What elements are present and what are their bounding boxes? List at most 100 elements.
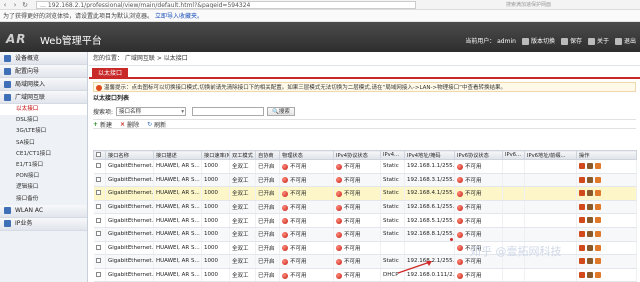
reload-icon[interactable]: ↻ <box>20 0 30 10</box>
table-row[interactable]: GigabitEthernet... HUAWEI, AR S... 1000 全双工… <box>93 268 637 282</box>
row-checkbox[interactable] <box>95 176 101 182</box>
table-row[interactable]: GigabitEthernet... HUAWEI, AR S... 1000 全双工… <box>93 227 637 242</box>
config-icon[interactable] <box>587 258 593 265</box>
mode-switch-icon[interactable] <box>595 231 601 238</box>
config-icon[interactable] <box>587 203 593 210</box>
edit-icon[interactable] <box>579 163 585 170</box>
edit-icon[interactable] <box>579 176 585 183</box>
sidebar-subitem-3g-lte[interactable]: 3G/LTE接口 <box>0 126 87 137</box>
address-bar[interactable]: … 192.168.2.1/professional/view/main/def… <box>36 0 416 9</box>
sidebar-subitem-logical[interactable]: 逻辑接口 <box>0 182 87 193</box>
mode-switch-icon[interactable] <box>595 176 601 183</box>
select-all-checkbox[interactable] <box>96 152 101 157</box>
config-icon[interactable] <box>587 231 593 238</box>
forward-icon[interactable]: › <box>10 0 20 10</box>
sidebar-subitem-sa[interactable]: SA接口 <box>0 138 87 149</box>
edit-icon[interactable] <box>579 244 585 251</box>
row-checkbox[interactable] <box>95 231 101 237</box>
sidebar-subitem-dsl[interactable]: DSL接口 <box>0 115 87 126</box>
row-checkbox[interactable] <box>95 190 101 196</box>
mode-switch-icon[interactable] <box>595 190 601 197</box>
about-button[interactable]: 关于 <box>587 36 609 45</box>
sidebar-subitem-e1t1[interactable]: E1/T1接口 <box>0 160 87 171</box>
row-checkbox[interactable] <box>95 163 101 169</box>
row-checkbox-cell <box>93 186 106 201</box>
cell-text: HUAWEI, AR S... <box>156 163 200 170</box>
column-header[interactable]: IPv4协议状态 <box>333 150 381 160</box>
mode-switch-icon[interactable] <box>595 217 601 224</box>
edit-icon[interactable] <box>579 258 585 265</box>
column-header[interactable]: IPv6地址/前缀... <box>524 150 577 160</box>
edit-icon[interactable] <box>579 217 585 224</box>
column-header[interactable]: IPv6协议状态 <box>454 150 503 160</box>
column-header[interactable] <box>93 150 106 160</box>
column-header[interactable]: 操作 <box>576 150 637 160</box>
column-header[interactable]: IPv4... <box>380 150 405 160</box>
sidebar-subitem-backup[interactable]: 接口备份 <box>0 194 87 205</box>
refresh-button[interactable]: ↻ 刷新 <box>147 120 166 129</box>
config-icon[interactable] <box>587 176 593 183</box>
row-checkbox[interactable] <box>95 244 101 250</box>
mode-switch-icon[interactable] <box>595 258 601 265</box>
import-favorites-link[interactable]: 立即导入收藏夹。 <box>155 11 203 20</box>
row-checkbox[interactable] <box>95 272 101 278</box>
tab-ethernet[interactable]: 以太接口 <box>92 68 129 79</box>
row-checkbox[interactable] <box>95 217 101 223</box>
table-row[interactable]: GigabitEthernet... HUAWEI, AR S... 1000 全双工… <box>93 200 637 215</box>
column-header[interactable]: 接口描述 <box>153 150 202 160</box>
table-cell: 1000 <box>201 268 230 282</box>
sidebar-item-ip-service[interactable]: IP业务 <box>0 217 87 231</box>
cell-text: 192.168.5.1/255.... <box>407 217 455 224</box>
table-cell: 全双工 <box>229 159 256 174</box>
column-header[interactable]: IPv6... <box>502 150 525 160</box>
edit-icon[interactable] <box>579 231 585 238</box>
table-cell: 不可用 <box>454 227 503 242</box>
sidebar-item-wlan-ac[interactable]: WLAN AC <box>0 204 87 218</box>
search-button[interactable]: 🔍搜索 <box>267 106 295 116</box>
mode-switch-icon[interactable] <box>595 271 601 278</box>
search-label: 搜索项: <box>93 108 114 116</box>
row-checkbox[interactable] <box>95 204 101 210</box>
column-header[interactable]: IPv4地址/掩码 <box>404 150 455 160</box>
sidebar-subitem-ethernet[interactable]: 以太接口 <box>0 104 87 116</box>
column-header[interactable]: 接口速率(M) <box>201 150 230 160</box>
mode-switch-icon[interactable] <box>595 203 601 210</box>
config-icon[interactable] <box>587 271 593 278</box>
sidebar-item-lan-access[interactable]: 局域网接入 <box>0 78 87 91</box>
table-row[interactable]: GigabitEthernet... HUAWEI, AR S... 1000 全双工… <box>93 213 637 228</box>
delete-button[interactable]: × 删除 <box>120 120 139 129</box>
column-header[interactable]: 接口名称 <box>105 150 154 160</box>
sidebar-item-wizard[interactable]: 配置向导 <box>0 65 87 78</box>
back-icon[interactable]: ‹ <box>0 0 10 10</box>
edit-icon[interactable] <box>579 271 585 278</box>
search-input[interactable] <box>192 106 265 116</box>
mode-switch-icon[interactable] <box>595 163 601 170</box>
table-row[interactable]: GigabitEthernet... HUAWEI, AR S... 1000 全双工… <box>93 186 637 201</box>
column-header[interactable]: 自协商 <box>255 150 280 160</box>
edit-icon[interactable] <box>579 203 585 210</box>
sidebar-item-overview[interactable]: 设备概览 <box>0 52 87 65</box>
mode-switch-icon[interactable] <box>595 244 601 251</box>
save-button[interactable]: 保存 <box>560 36 582 45</box>
sidebar-subitem-pon[interactable]: PON接口 <box>0 171 87 182</box>
config-icon[interactable] <box>587 163 593 170</box>
logout-button[interactable]: 退出 <box>614 36 636 45</box>
table-row[interactable]: GigabitEthernet... HUAWEI, AR S... 1000 全双工… <box>93 173 637 188</box>
status-dot-icon <box>457 190 463 197</box>
table-cell: 192.168.4.1/255.... <box>404 186 455 201</box>
row-checkbox[interactable] <box>95 258 101 264</box>
sidebar-item-wan-interconnect[interactable]: 广域网互联 <box>0 91 87 104</box>
config-icon[interactable] <box>587 244 593 251</box>
table-row[interactable]: GigabitEthernet... HUAWEI, AR S... 1000 全双工… <box>93 159 637 174</box>
column-header[interactable]: 物理状态 <box>279 150 334 160</box>
browser-search-hint[interactable]: 搜索满加速保护网面 <box>506 1 596 8</box>
sidebar-subitem-ce1[interactable]: CE1/CT1接口 <box>0 149 87 160</box>
config-icon[interactable] <box>587 190 593 197</box>
config-icon[interactable] <box>587 217 593 224</box>
table-cell: GigabitEthernet... <box>105 159 154 174</box>
search-field-select[interactable]: 接口名称 ▾ <box>116 106 187 116</box>
edit-icon[interactable] <box>579 190 585 197</box>
version-switch-button[interactable]: 版本切换 <box>521 36 555 45</box>
column-header[interactable]: 双工模式 <box>229 150 256 160</box>
new-button[interactable]: + 新建 <box>93 120 112 129</box>
